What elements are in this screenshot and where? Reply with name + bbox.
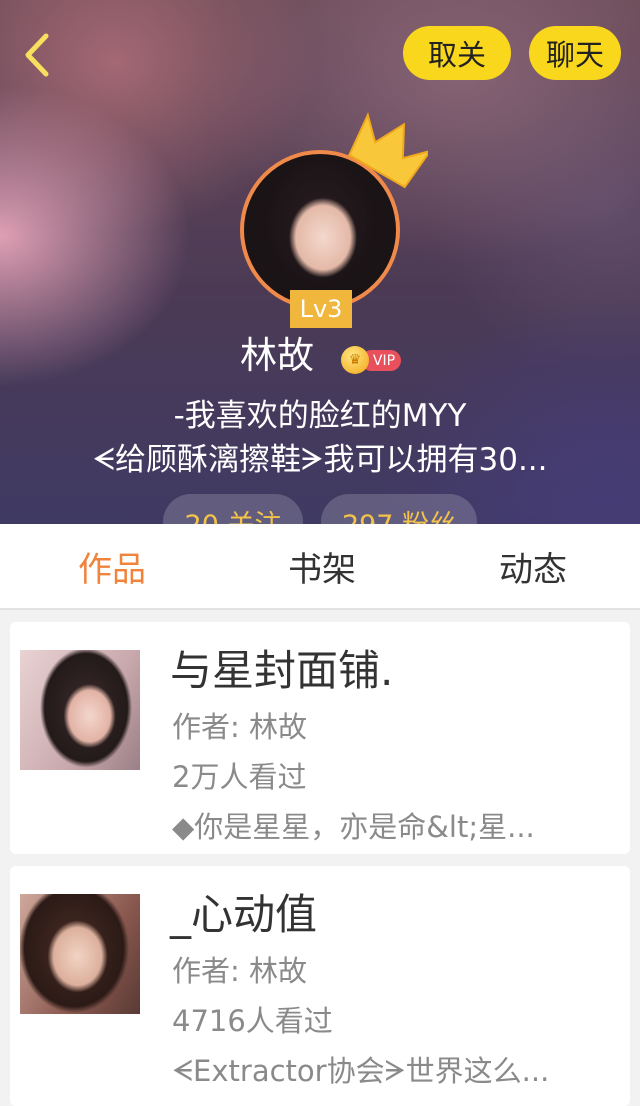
vip-coin-icon: ♛ bbox=[341, 346, 369, 374]
work-author: 作者: 林故 bbox=[172, 954, 307, 988]
bio-line-2: ᗕ给顾酥漓擦鞋ᗒ我可以拥有30... bbox=[92, 442, 548, 478]
bio-line-1: -我喜欢的脸红的MYY bbox=[173, 398, 467, 434]
tab-bookshelf[interactable]: 书架 bbox=[262, 524, 382, 608]
work-cover bbox=[20, 894, 140, 1014]
tab-works[interactable]: 作品 bbox=[52, 524, 172, 608]
chevron-left-icon bbox=[25, 33, 49, 77]
following-count[interactable]: 20 关注 bbox=[163, 494, 303, 524]
work-views: 2万人看过 bbox=[172, 760, 307, 794]
work-cover bbox=[20, 650, 140, 770]
work-description: ◆你是星星，亦是命&lt;星... bbox=[172, 810, 535, 844]
profile-header: 取关 聊天 Lv3 林故 VIP ♛ -我喜欢的脸红的MYY ᗕ给顾酥漓擦鞋ᗒ我… bbox=[0, 0, 640, 524]
nickname: 林故 bbox=[240, 334, 314, 377]
work-title: 与星封面铺. bbox=[170, 646, 394, 695]
work-views: 4716人看过 bbox=[172, 1004, 333, 1038]
tab-bar: 作品 书架 动态 bbox=[0, 524, 640, 610]
vip-badge[interactable]: VIP ♛ bbox=[341, 346, 403, 374]
list-item[interactable]: 与星封面铺. 作者: 林故 2万人看过 ◆你是星星，亦是命&lt;星... bbox=[10, 622, 630, 854]
back-button[interactable] bbox=[18, 28, 58, 82]
work-author: 作者: 林故 bbox=[172, 710, 307, 744]
chat-button[interactable]: 聊天 bbox=[529, 26, 621, 80]
level-badge: Lv3 bbox=[290, 290, 352, 328]
unfollow-button[interactable]: 取关 bbox=[403, 26, 511, 80]
work-description: ᗕExtractor协会ᗒ世界这么... bbox=[172, 1054, 550, 1088]
tab-feed[interactable]: 动态 bbox=[473, 524, 593, 608]
list-item[interactable]: _心动值 作者: 林故 4716人看过 ᗕExtractor协会ᗒ世界这么... bbox=[10, 866, 630, 1106]
work-title: _心动值 bbox=[170, 890, 318, 939]
crown-icon bbox=[348, 112, 428, 189]
fans-count[interactable]: 297 粉丝 bbox=[321, 494, 477, 524]
